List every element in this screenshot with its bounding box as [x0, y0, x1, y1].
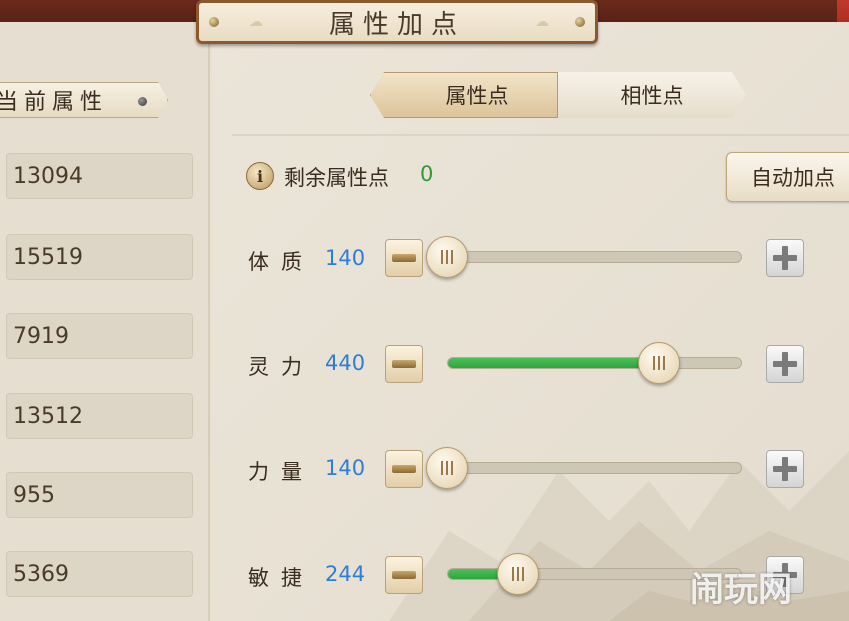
current-value-box: 15519 — [6, 234, 193, 280]
attribute-value: 140 — [325, 456, 366, 480]
rivet-icon — [209, 17, 219, 27]
current-attributes-header: 当前属性 — [0, 82, 168, 118]
current-value-box: 7919 — [6, 313, 193, 359]
remaining-points-label: 剩余属性点 — [284, 166, 389, 190]
attribute-value: 140 — [325, 246, 366, 270]
minus-icon — [392, 465, 416, 473]
watermark-logo: 闹玩网 — [690, 562, 792, 611]
page-title: 属性加点 — [328, 9, 465, 40]
auto-allocate-label: 自动加点 — [751, 166, 835, 190]
slider-knob[interactable] — [426, 447, 468, 489]
minus-icon — [392, 571, 416, 579]
info-icon[interactable]: i — [246, 162, 274, 190]
divider — [232, 134, 849, 136]
tab-bar: 属性点 相性点 — [370, 72, 746, 118]
decrease-button[interactable] — [385, 556, 423, 594]
tab-attribute-points[interactable]: 属性点 — [370, 72, 558, 118]
attribute-label: 力量 — [248, 460, 314, 484]
attribute-label: 灵力 — [248, 355, 314, 379]
decrease-button[interactable] — [385, 345, 423, 383]
title-plaque: ☁ ☁ 属性加点 — [196, 0, 598, 44]
current-attributes-title: 当前属性 — [0, 90, 109, 115]
attribute-value: 244 — [325, 562, 366, 586]
watermark-text: 闹玩网 — [690, 570, 792, 610]
increase-button[interactable] — [766, 345, 804, 383]
current-value-box: 13094 — [6, 153, 193, 199]
slider-track[interactable] — [447, 357, 742, 369]
tab-label: 属性点 — [445, 84, 509, 108]
slider-track[interactable] — [447, 462, 742, 474]
tab-label: 相性点 — [620, 84, 684, 108]
current-value-box: 13512 — [6, 393, 193, 439]
decrease-button[interactable] — [385, 239, 423, 277]
slider-track[interactable] — [447, 251, 742, 263]
minus-icon — [392, 254, 416, 262]
minus-icon — [392, 360, 416, 368]
attribute-label: 敏捷 — [248, 566, 314, 590]
slider-fill — [448, 358, 659, 368]
current-value-box: 955 — [6, 472, 193, 518]
auto-allocate-button[interactable]: 自动加点 — [726, 152, 849, 202]
slider-knob[interactable] — [426, 236, 468, 278]
slider-knob[interactable] — [496, 553, 539, 595]
current-value-box: 5369 — [6, 551, 193, 597]
attribute-label: 体质 — [248, 250, 314, 274]
tab-affinity-points[interactable]: 相性点 — [558, 72, 746, 118]
decrease-button[interactable] — [385, 450, 423, 488]
attribute-value: 440 — [325, 351, 366, 375]
increase-button[interactable] — [766, 239, 804, 277]
rivet-icon — [575, 17, 585, 27]
increase-button[interactable] — [766, 450, 804, 488]
remaining-points-value: 0 — [420, 162, 434, 186]
rivet-icon — [138, 97, 147, 106]
cloud-ornament-icon: ☁ — [249, 14, 263, 30]
cloud-ornament-icon: ☁ — [535, 14, 549, 30]
